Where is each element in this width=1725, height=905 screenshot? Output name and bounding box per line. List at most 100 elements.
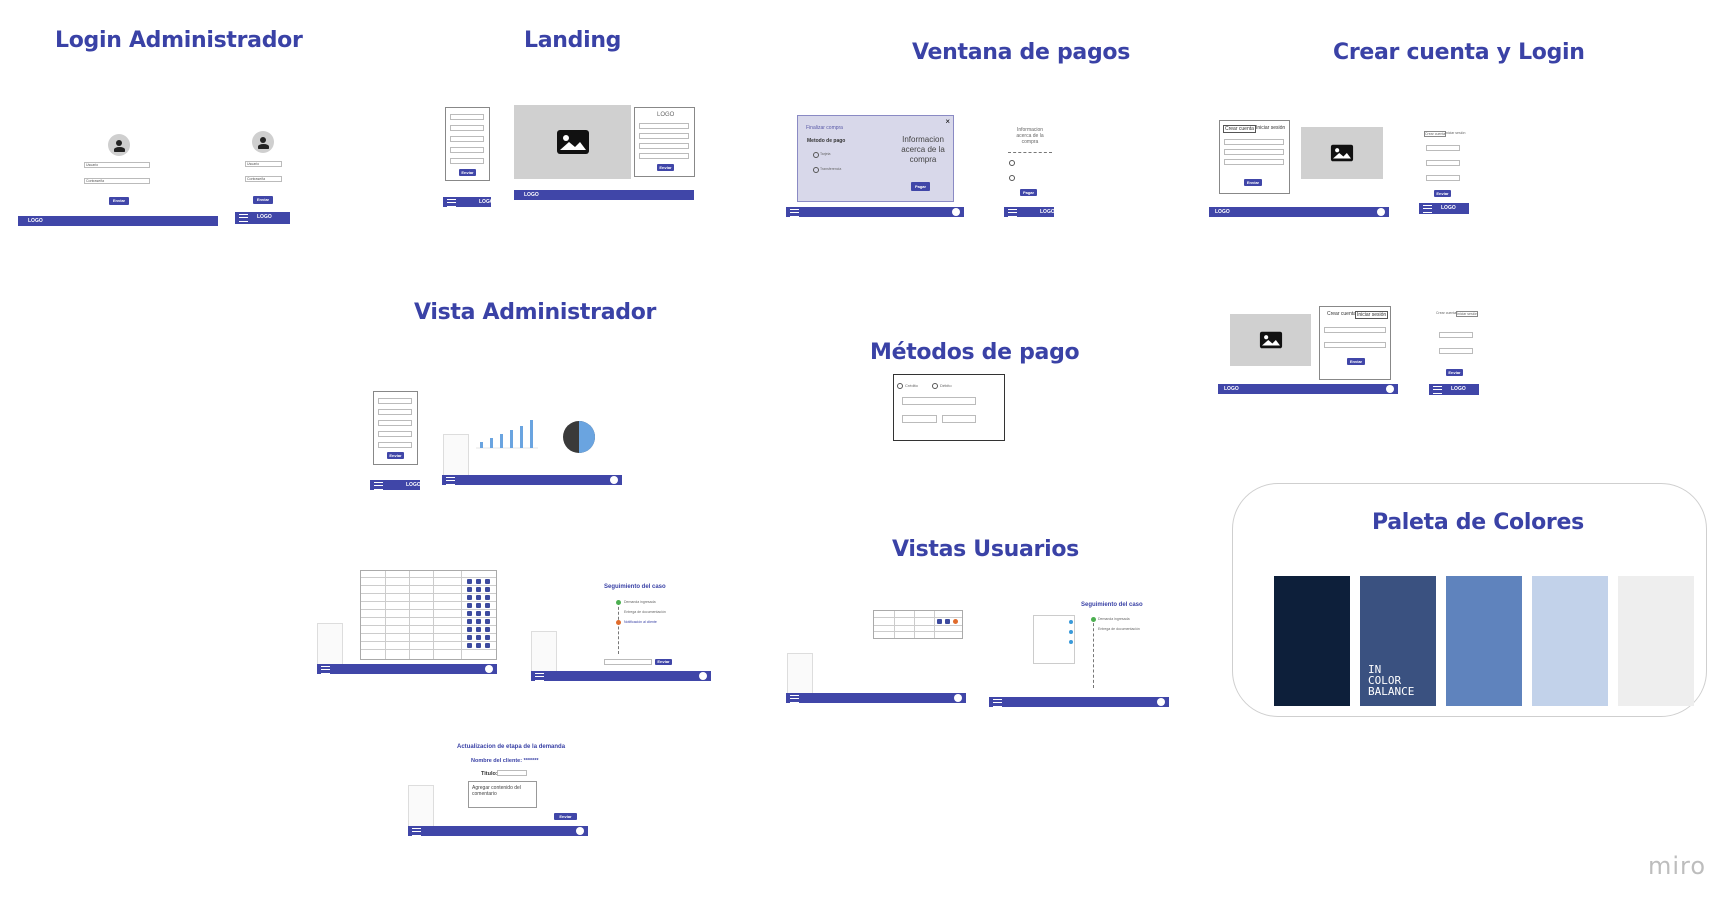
footer-bar [442,475,622,485]
menu-icon[interactable] [790,209,799,217]
pagar-button[interactable]: Pagar [1020,189,1037,196]
info-compra-text: Informacion acerca de la compra [901,135,945,164]
credito-label: Crédito [905,383,918,388]
footer-bar: LOGO [235,212,290,224]
section-title-landing: Landing [524,28,622,53]
section-title-ventana-pagos: Ventana de pagos [912,40,1131,65]
etapas-list [1033,615,1075,664]
step-label: Notificación al cliente [624,620,657,624]
section-title-login-admin: Login Administrador [55,28,303,53]
menu-icon[interactable] [447,199,456,207]
user-icon[interactable] [1386,385,1394,393]
enviar-button[interactable]: Enviar [253,196,273,204]
divider [1008,152,1052,153]
user-icon[interactable] [699,672,707,680]
step-label: Entrega de documentación [1098,627,1140,631]
enviar-button[interactable]: Enviar [387,452,404,459]
user-icon[interactable] [952,208,960,216]
user-icon[interactable] [1157,698,1165,706]
logo-text: LOGO [657,112,675,118]
enviar-button[interactable]: Enviar [1446,369,1463,376]
bar [500,434,503,448]
menu-icon[interactable] [993,699,1002,707]
menu-icon[interactable] [1423,205,1432,213]
logo-text: LOGO [1441,205,1456,211]
footer-bar [408,826,588,836]
logo-text: LOGO [257,214,272,220]
tab-iniciar-sesion[interactable]: Iniciar sesión [1456,311,1479,317]
radio-debito[interactable] [932,383,938,389]
menu-icon[interactable] [535,673,544,681]
menu-icon[interactable] [790,695,799,703]
user-table [873,610,963,639]
footer-bar: LOGO [370,480,421,490]
info-compra-text: Informacion acerca de la compra [1016,127,1044,145]
cliente-label: Nombre del cliente: ******* [471,758,539,764]
usuario-field[interactable]: Usuario [245,161,282,167]
bar [520,426,523,448]
metodo-label: Metodo de pago [807,138,846,144]
enviar-button[interactable]: Enviar [554,813,577,820]
radio-tarjeta[interactable] [813,152,819,158]
enviar-button[interactable]: Enviar [1434,190,1451,197]
enviar-button[interactable]: Enviar [459,169,476,176]
expiry-field[interactable] [902,415,937,423]
metodos-pago-panel[interactable]: Crédito Débito [893,374,1005,441]
sidebar [408,785,434,827]
card-number-field[interactable] [902,397,976,405]
enviar-button[interactable]: Enviar [109,197,129,205]
palette-title: Paleta de Colores [1372,510,1584,535]
menu-icon[interactable] [446,477,455,485]
user-icon[interactable] [610,476,618,484]
radio-transferencia[interactable] [813,167,819,173]
radio-transferencia[interactable] [1009,175,1015,181]
tab-crear-cuenta[interactable]: Crear cuenta [1223,125,1256,133]
footer-bar [531,671,711,681]
tab-iniciar-sesion[interactable]: Iniciar sesión [1445,131,1465,135]
menu-icon[interactable] [321,666,330,674]
contenido-textarea[interactable]: Agregar contenido del comentario [468,781,537,808]
usuario-field[interactable]: Usuario [84,162,150,168]
radio-credito[interactable] [897,383,903,389]
user-icon[interactable] [954,694,962,702]
titulo-input[interactable] [497,770,527,776]
user-icon[interactable] [485,665,493,673]
menu-icon[interactable] [1433,386,1442,394]
tab-crear-cuenta[interactable]: Crear cuenta [1436,311,1456,315]
password-field[interactable]: Contraseña [84,178,150,184]
footer-bar: LOGO [1419,203,1469,214]
enviar-button[interactable]: Enviar [657,164,674,171]
menu-icon[interactable] [412,828,421,836]
menu-icon[interactable] [374,482,383,490]
user-icon[interactable] [1377,208,1385,216]
login-frame: LOGO Enviar [634,107,695,177]
miro-logo: miro [1648,852,1707,880]
step-done-icon [1091,617,1096,622]
tab-iniciar-sesion[interactable]: Iniciar sesión [1256,125,1285,131]
pagar-button[interactable]: Pagar [911,182,930,191]
radio-tarjeta[interactable] [1009,160,1015,166]
footer-bar [989,697,1169,707]
tab-iniciar-sesion[interactable]: Iniciar sesión [1355,311,1389,319]
palette-swatch-5 [1618,576,1694,706]
enviar-button[interactable]: Enviar [1347,358,1365,365]
image-icon [556,130,589,154]
password-field[interactable]: Contraseña [245,176,282,182]
cvv-field[interactable] [942,415,976,423]
tab-crear-cuenta[interactable]: Crear cuenta [1424,131,1447,137]
admin-table [360,570,497,660]
logo-text: LOGO [1451,386,1466,392]
enviar-button[interactable]: Enviar [1244,179,1262,186]
opt-tarjeta-label: Tarjeta [820,152,831,156]
user-icon[interactable] [576,827,584,835]
palette-swatch-4 [1532,576,1608,706]
tab-crear-cuenta[interactable]: Crear cuenta [1327,311,1356,317]
enviar-button[interactable]: Enviar [655,659,672,665]
close-icon[interactable]: × [945,117,950,126]
menu-icon[interactable] [239,214,248,222]
comment-input[interactable] [604,659,652,665]
footer-bar: LOGO [18,216,218,226]
section-title-metodos-pago: Métodos de pago [870,340,1080,365]
logo-text: LOGO [479,199,494,205]
menu-icon[interactable] [1008,209,1017,217]
